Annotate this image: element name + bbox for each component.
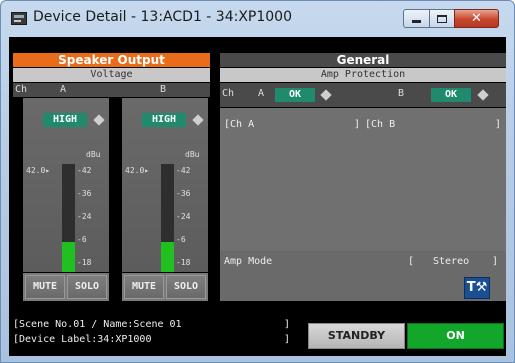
level-meter-b (161, 164, 174, 272)
mute-solo-row-b: MUTE SOLO (122, 273, 208, 301)
maximize-icon (437, 14, 447, 23)
general-title: General (220, 53, 506, 67)
amp-mode-bracket-open: [ (408, 256, 415, 267)
mute-button-b[interactable]: MUTE (124, 275, 164, 299)
protection-b-text: [Ch B (365, 119, 396, 130)
status-badge-b: OK (431, 88, 471, 102)
mute-solo-row-a: MUTE SOLO (23, 273, 109, 301)
minimize-button[interactable] (403, 9, 430, 28)
channel-a-label: A (258, 88, 265, 99)
sensitivity-diamond-icon[interactable] (93, 114, 105, 126)
scale-tick: -24 (77, 212, 92, 221)
close-button[interactable]: ✕ (454, 9, 499, 28)
close-icon: ✕ (471, 11, 482, 26)
protection-detail-area: [Ch A ] [Ch B ] (220, 108, 506, 251)
unit-label-b: dBu (185, 150, 200, 159)
device-label-bracket: ] (284, 334, 291, 345)
protection-b-bracket: ] (495, 119, 502, 130)
mute-button-a[interactable]: MUTE (25, 275, 65, 299)
ch-label: Ch (222, 88, 235, 99)
scale-tick: -24 (176, 212, 191, 221)
peak-label-a: 42.0▸ (26, 166, 51, 175)
protection-a-text: [Ch A (224, 119, 255, 130)
minimize-icon (412, 20, 421, 23)
channel-b-label: B (398, 88, 405, 99)
scale-tick: -18 (176, 258, 191, 267)
level-meter-a (62, 164, 75, 272)
protection-status-row: Ch A OK B OK (220, 83, 506, 107)
scale-tick: -42 (176, 166, 191, 175)
sensitivity-diamond-icon[interactable] (192, 114, 204, 126)
channel-b-label: B (160, 84, 167, 95)
scale-tick: -42 (77, 166, 92, 175)
window-title: Device Detail - 13:ACD1 - 34:XP1000 (33, 9, 292, 25)
speaker-channel-header: Ch A B (13, 83, 210, 97)
channel-a-label: A (60, 84, 67, 95)
amp-mode-label: Amp Mode (224, 256, 273, 267)
scale-tick: -6 (176, 235, 186, 244)
scale-tick: -6 (77, 235, 87, 244)
scale-tick: -36 (77, 189, 92, 198)
status-diamond-icon (320, 89, 332, 101)
app-icon (11, 12, 27, 25)
general-subtitle: Amp Protection (220, 68, 506, 82)
maximize-button[interactable] (429, 9, 455, 28)
amp-mode-value: Stereo (433, 256, 470, 267)
device-detail-window: Device Detail - 13:ACD1 - 34:XP1000 ✕ Sp… (0, 0, 515, 363)
meter-fill-a (62, 241, 75, 272)
general-tool-row: T⚒ (220, 273, 506, 301)
ch-label: Ch (15, 84, 28, 95)
wrench-icon: T⚒ (466, 280, 488, 295)
amp-mode-row: Amp Mode [ Stereo ] (220, 251, 506, 273)
scale-tick: -36 (176, 189, 191, 198)
speaker-output-title: Speaker Output (13, 53, 210, 67)
unit-label-a: dBu (86, 150, 101, 159)
sensitivity-badge-b[interactable]: HIGH (142, 113, 186, 127)
scene-line: [Scene No.01 / Name:Scene 01 (13, 319, 182, 330)
solo-button-b[interactable]: SOLO (166, 275, 206, 299)
scene-info: [Scene No.01 / Name:Scene 01 ] [Device L… (13, 314, 300, 352)
amp-mode-bracket-close: ] (492, 256, 499, 267)
scale-tick: -18 (77, 258, 92, 267)
title-bar[interactable]: Device Detail - 13:ACD1 - 34:XP1000 ✕ (1, 1, 514, 37)
speaker-output-subtitle: Voltage (13, 68, 210, 82)
status-diamond-icon (477, 89, 489, 101)
meter-fill-b (161, 241, 174, 272)
device-label-line: [Device Label:34:XP1000 (13, 334, 152, 345)
peak-label-b: 42.0▸ (125, 166, 150, 175)
scene-line-bracket: ] (284, 319, 291, 330)
solo-button-a[interactable]: SOLO (67, 275, 107, 299)
protection-a-bracket: ] (354, 119, 361, 130)
settings-tool-button[interactable]: T⚒ (464, 277, 490, 299)
meter-panel-b: HIGH dBu 42.0▸ -42 -36 -24 -6 -18 (122, 98, 208, 272)
standby-button[interactable]: STANDBY (308, 323, 405, 349)
sensitivity-badge-a[interactable]: HIGH (43, 113, 87, 127)
status-badge-a: OK (275, 88, 315, 102)
meter-panel-a: HIGH dBu 42.0▸ -42 -36 -24 -6 -18 (23, 98, 109, 272)
power-on-button[interactable]: ON (407, 323, 504, 349)
